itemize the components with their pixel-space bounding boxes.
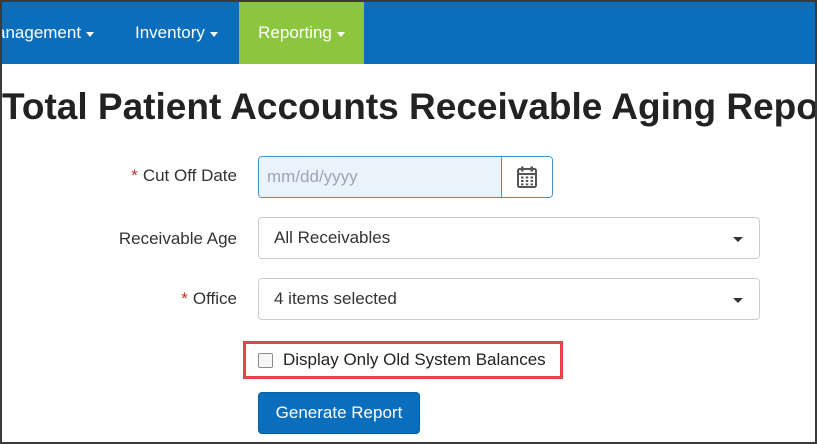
old-system-balances-label: Display Only Old System Balances <box>283 350 546 369</box>
cut-off-date-group <box>258 156 553 198</box>
nav-inventory-menu[interactable]: Inventory <box>135 2 218 64</box>
top-navbar: anagement Inventory Reporting <box>0 2 815 64</box>
nav-management-menu[interactable]: anagement <box>0 2 95 64</box>
office-label: * Office <box>181 289 237 309</box>
receivable-age-value: All Receivables <box>274 228 391 247</box>
app-window: anagement Inventory Reporting Total Pati… <box>0 0 817 444</box>
nav-reporting-menu[interactable]: Reporting <box>239 2 364 64</box>
page-title: Total Patient Accounts Receivable Aging … <box>2 86 817 127</box>
calendar-button[interactable] <box>501 157 552 197</box>
caret-down-icon <box>209 31 218 37</box>
receivable-age-select[interactable]: All Receivables <box>258 217 760 259</box>
office-value: 4 items selected <box>274 289 397 308</box>
caret-down-icon <box>86 31 95 37</box>
nav-inventory-label: Inventory <box>135 23 205 42</box>
old-system-balances-checkbox[interactable] <box>258 352 273 368</box>
cut-off-date-input[interactable] <box>259 157 501 197</box>
caret-down-icon <box>336 31 345 37</box>
generate-report-button[interactable]: Generate Report <box>258 392 420 434</box>
office-multiselect[interactable]: 4 items selected <box>258 278 760 320</box>
dropdown-caret-icon <box>733 237 743 242</box>
nav-management-label: anagement <box>0 23 82 42</box>
nav-reporting-label: Reporting <box>258 23 332 42</box>
cut-off-date-label-text: Cut Off Date <box>142 166 237 185</box>
office-label-text: Office <box>192 289 237 308</box>
old-system-balances-option[interactable]: Display Only Old System Balances <box>258 348 546 372</box>
dropdown-caret-icon <box>733 298 743 303</box>
required-marker: * <box>181 289 188 308</box>
receivable-age-label: Receivable Age <box>118 229 237 248</box>
cut-off-date-label: * Cut Off Date <box>131 166 237 186</box>
required-marker: * <box>131 166 138 185</box>
calendar-icon <box>517 166 537 188</box>
